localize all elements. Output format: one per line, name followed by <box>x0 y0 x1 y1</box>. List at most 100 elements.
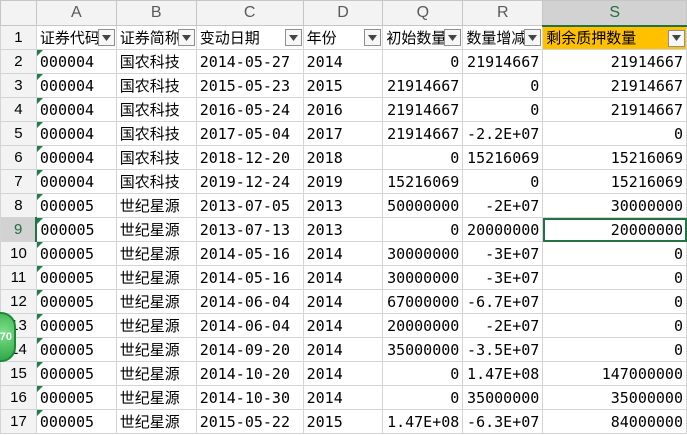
year-cell[interactable]: 2017 <box>302 121 384 146</box>
filter-dropdown-icon[interactable] <box>524 29 542 46</box>
change-date-cell[interactable]: 2019-12-24 <box>195 169 304 194</box>
security-name-cell[interactable]: 世纪星源 <box>115 385 197 410</box>
quantity-change-cell[interactable]: -2E+07 <box>462 193 544 218</box>
change-date-cell[interactable]: 2014-06-04 <box>195 313 304 338</box>
year-cell[interactable]: 2014 <box>302 313 384 338</box>
security-name-cell[interactable]: 国农科技 <box>115 121 197 146</box>
change-date-cell[interactable]: 2018-12-20 <box>195 145 304 170</box>
security-name-cell[interactable]: 世纪星源 <box>115 337 197 362</box>
security-code-cell[interactable]: 000005 <box>35 289 117 314</box>
security-code-cell[interactable]: 000005 <box>35 385 117 410</box>
change-date-cell[interactable]: 2013-07-13 <box>195 217 304 242</box>
initial-quantity-cell[interactable]: 15216069 <box>382 169 464 194</box>
year-cell[interactable]: 2014 <box>302 337 384 362</box>
security-code-cell[interactable]: 000004 <box>35 145 117 170</box>
security-name-cell[interactable]: 国农科技 <box>115 169 197 194</box>
quantity-change-cell[interactable]: -6.3E+07 <box>462 409 544 434</box>
remaining-pledge-cell[interactable]: 0 <box>542 289 687 314</box>
change-date-cell[interactable]: 2014-05-16 <box>195 265 304 290</box>
row-header[interactable]: 11 <box>0 265 37 290</box>
row-header[interactable]: 2 <box>0 49 37 74</box>
change-date-cell[interactable]: 2014-06-04 <box>195 289 304 314</box>
remaining-pledge-cell[interactable]: 0 <box>542 241 687 266</box>
quantity-change-cell[interactable]: -2E+07 <box>462 313 544 338</box>
header-cell-security-code[interactable]: 证券代码 <box>35 25 117 50</box>
initial-quantity-cell[interactable]: 20000000 <box>382 313 464 338</box>
initial-quantity-cell[interactable]: 50000000 <box>382 193 464 218</box>
initial-quantity-cell[interactable]: 21914667 <box>382 121 464 146</box>
year-cell[interactable]: 2016 <box>302 97 384 122</box>
initial-quantity-cell[interactable]: 30000000 <box>382 265 464 290</box>
initial-quantity-cell[interactable]: 0 <box>382 49 464 74</box>
year-cell[interactable]: 2014 <box>302 385 384 410</box>
change-date-cell[interactable]: 2014-09-20 <box>195 337 304 362</box>
change-date-cell[interactable]: 2013-07-05 <box>195 193 304 218</box>
remaining-pledge-cell[interactable]: 0 <box>542 265 687 290</box>
year-cell[interactable]: 2018 <box>302 145 384 170</box>
year-cell[interactable]: 2014 <box>302 49 384 74</box>
filter-dropdown-icon[interactable] <box>444 29 462 46</box>
remaining-pledge-cell[interactable]: 21914667 <box>542 97 687 122</box>
quantity-change-cell[interactable]: 0 <box>462 97 544 122</box>
remaining-pledge-cell[interactable]: 0 <box>542 313 687 338</box>
remaining-pledge-cell[interactable]: 30000000 <box>542 193 687 218</box>
quantity-change-cell[interactable]: 0 <box>462 169 544 194</box>
remaining-pledge-cell[interactable]: 21914667 <box>542 73 687 98</box>
initial-quantity-cell[interactable]: 0 <box>382 145 464 170</box>
security-code-cell[interactable]: 000004 <box>35 169 117 194</box>
column-header-b[interactable]: B <box>115 0 197 26</box>
year-cell[interactable]: 2013 <box>302 217 384 242</box>
remaining-pledge-cell[interactable]: 35000000 <box>542 385 687 410</box>
row-header[interactable]: 8 <box>0 193 37 218</box>
header-cell-initial-quantity[interactable]: 初始数量 <box>382 25 464 50</box>
security-code-cell[interactable]: 000005 <box>35 193 117 218</box>
security-code-cell[interactable]: 000004 <box>35 49 117 74</box>
change-date-cell[interactable]: 2014-05-16 <box>195 241 304 266</box>
row-header[interactable]: 3 <box>0 73 37 98</box>
quantity-change-cell[interactable]: 35000000 <box>462 385 544 410</box>
row-header[interactable]: 5 <box>0 121 37 146</box>
security-code-cell[interactable]: 000005 <box>35 409 117 434</box>
row-header[interactable]: 10 <box>0 241 37 266</box>
year-cell[interactable]: 2015 <box>302 73 384 98</box>
year-cell[interactable]: 2019 <box>302 169 384 194</box>
security-name-cell[interactable]: 世纪星源 <box>115 217 197 242</box>
security-code-cell[interactable]: 000005 <box>35 241 117 266</box>
quantity-change-cell[interactable]: -3E+07 <box>462 241 544 266</box>
filter-dropdown-icon[interactable] <box>364 29 382 46</box>
row-header[interactable]: 15 <box>0 361 37 386</box>
change-date-cell[interactable]: 2014-05-27 <box>195 49 304 74</box>
header-cell-remaining-pledge[interactable]: 剩余质押数量 <box>542 25 687 50</box>
change-date-cell[interactable]: 2017-05-04 <box>195 121 304 146</box>
floating-badge[interactable]: 70 <box>0 312 16 362</box>
header-cell-security-name[interactable]: 证券简称 <box>115 25 197 50</box>
change-date-cell[interactable]: 2014-10-20 <box>195 361 304 386</box>
change-date-cell[interactable]: 2014-10-30 <box>195 385 304 410</box>
column-header-r[interactable]: R <box>462 0 544 26</box>
row-header[interactable]: 9 <box>0 217 38 242</box>
quantity-change-cell[interactable]: 1.47E+08 <box>462 361 544 386</box>
quantity-change-cell[interactable]: -6.7E+07 <box>462 289 544 314</box>
header-cell-change-date[interactable]: 变动日期 <box>195 25 304 50</box>
quantity-change-cell[interactable]: 21914667 <box>462 49 544 74</box>
initial-quantity-cell[interactable]: 0 <box>382 361 464 386</box>
select-all-corner[interactable] <box>0 0 37 26</box>
quantity-change-cell[interactable]: 0 <box>462 73 544 98</box>
header-cell-quantity-change[interactable]: 数量增减 <box>462 25 544 50</box>
remaining-pledge-cell[interactable]: 15216069 <box>542 145 687 170</box>
change-date-cell[interactable]: 2015-05-22 <box>195 409 304 434</box>
remaining-pledge-cell[interactable]: 20000000 <box>542 217 687 242</box>
year-cell[interactable]: 2013 <box>302 193 384 218</box>
row-header[interactable]: 4 <box>0 97 37 122</box>
initial-quantity-cell[interactable]: 21914667 <box>382 97 464 122</box>
row-header[interactable]: 12 <box>0 289 37 314</box>
security-code-cell[interactable]: 000005 <box>35 265 117 290</box>
security-code-cell[interactable]: 000004 <box>35 121 117 146</box>
year-cell[interactable]: 2014 <box>302 289 384 314</box>
column-header-q[interactable]: Q <box>382 0 464 26</box>
initial-quantity-cell[interactable]: 0 <box>382 385 464 410</box>
security-code-cell[interactable]: 000005 <box>35 313 117 338</box>
remaining-pledge-cell[interactable]: 21914667 <box>542 49 687 74</box>
year-cell[interactable]: 2014 <box>302 265 384 290</box>
column-header-d[interactable]: D <box>302 0 384 26</box>
